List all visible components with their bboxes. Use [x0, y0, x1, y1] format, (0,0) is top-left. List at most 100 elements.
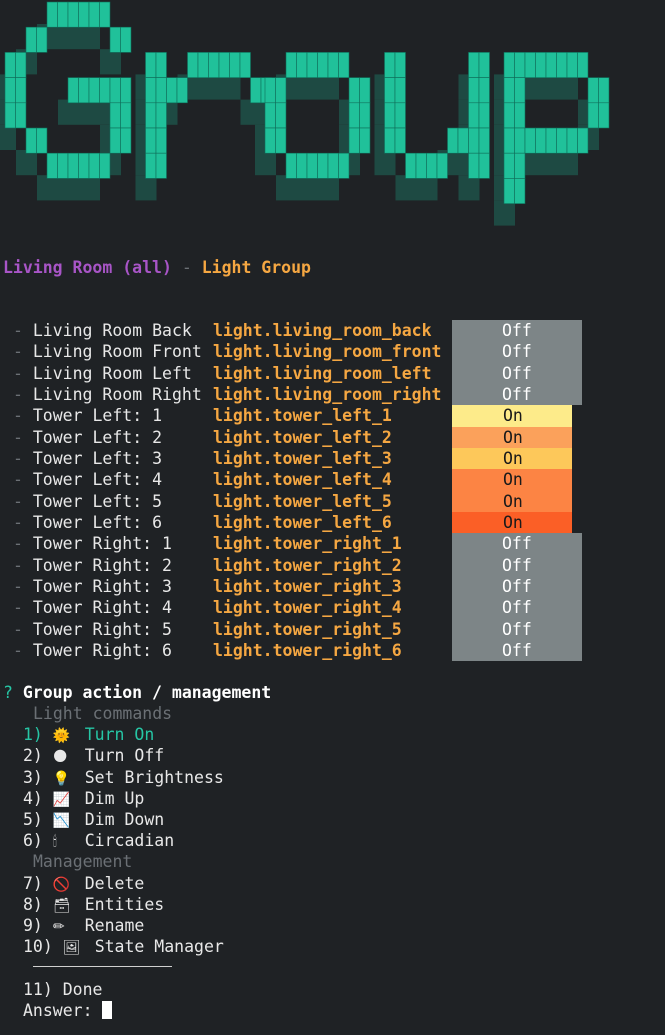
entity-label: Tower Right: 3	[32, 577, 172, 596]
banner-block	[68, 175, 79, 201]
banner-block	[146, 175, 157, 201]
menu-item[interactable]: 4) 📈 Dim Up	[23, 788, 144, 811]
banner-block	[88, 152, 100, 179]
menu-item[interactable]: 9) ✏ Rename	[23, 915, 144, 938]
banner-block	[348, 102, 360, 129]
state-badge: Off	[452, 555, 582, 576]
entity-id: light.living_room_left	[213, 364, 432, 383]
list-bullet: -	[13, 428, 33, 447]
banner-block	[176, 77, 188, 104]
banner-block	[264, 127, 276, 154]
card-box-icon: 🗃	[52, 898, 71, 914]
banner-block	[468, 77, 480, 104]
banner-block	[145, 127, 157, 154]
menu-item[interactable]: 8) 🗃 Entities	[23, 894, 164, 917]
prompt-marker: ?	[3, 683, 13, 702]
banner-block	[120, 102, 132, 129]
menu-separator	[33, 966, 172, 967]
banner-block	[67, 1, 79, 28]
banner-block	[525, 150, 536, 176]
banner-block	[525, 74, 536, 100]
list-bullet: -	[13, 598, 33, 617]
banner-block	[0, 124, 6, 150]
menu-item[interactable]: 7) 🚫 Delete	[23, 873, 144, 896]
banner-block	[478, 127, 490, 154]
state-text: Off	[502, 620, 532, 639]
banner-block	[557, 150, 568, 176]
entity-id: light.tower_right_1	[213, 534, 402, 553]
banner-block	[327, 52, 339, 78]
state-text: Off	[502, 364, 532, 383]
banner-block	[155, 152, 167, 179]
banner-block	[494, 175, 505, 201]
list-bullet: -	[13, 364, 33, 383]
banner-block	[219, 74, 230, 100]
banner-block	[514, 152, 526, 179]
banner-block	[447, 127, 459, 154]
state-badge: Off	[452, 363, 582, 384]
list-bullet: -	[13, 513, 33, 532]
entity-label: Living Room Front	[32, 342, 202, 361]
entity-id: light.tower_left_5	[213, 492, 392, 511]
banner-block	[26, 49, 37, 75]
banner-block	[239, 52, 251, 78]
menu-item[interactable]: 5) 📉 Dim Down	[23, 809, 164, 832]
banner-block	[135, 175, 146, 201]
banner-block	[99, 152, 111, 179]
banner-block	[567, 150, 578, 176]
banner-block	[578, 99, 589, 125]
menu-item-label: Delete	[84, 874, 145, 893]
menu-item[interactable]: 2) 🌑 Turn Off	[23, 745, 164, 768]
bulb-icon: 💡	[52, 771, 71, 787]
banner-block	[514, 127, 526, 154]
state-text: Off	[502, 342, 532, 361]
banner-block	[15, 52, 27, 78]
banner-block	[588, 124, 599, 150]
menu-item-label: Turn Off	[84, 746, 165, 765]
banner-block	[209, 74, 220, 100]
banner-block	[78, 77, 90, 104]
list-bullet: -	[13, 534, 33, 553]
state-text: Off	[502, 534, 532, 553]
entity-label: Living Room Right	[32, 385, 202, 404]
entity-label: Tower Left: 5	[32, 492, 163, 511]
banner-block	[598, 102, 610, 129]
banner-block	[349, 150, 360, 176]
banner-block	[167, 99, 178, 125]
entity-row: - Tower Right: 6	[13, 640, 172, 661]
banner-block	[255, 124, 266, 150]
list-bullet: -	[13, 406, 33, 425]
banner-block	[556, 127, 568, 154]
banner-block	[503, 178, 515, 204]
menu-item[interactable]: 3) 💡 Set Brightness	[23, 767, 224, 790]
banner-block	[394, 102, 406, 129]
banner-block	[264, 77, 276, 104]
answer-line[interactable]: Answer:	[23, 1000, 113, 1021]
entity-label: Tower Right: 5	[32, 620, 172, 639]
menu-item[interactable]: 1) 🌞 Turn On	[23, 724, 154, 747]
banner-block	[285, 152, 297, 179]
state-text: Off	[502, 556, 532, 575]
banner-block	[25, 127, 37, 154]
state-badge: Off	[452, 341, 582, 363]
banner-block	[469, 175, 480, 201]
banner-block	[545, 52, 557, 78]
banner-block	[15, 102, 27, 129]
answer-label: Answer:	[23, 1001, 103, 1020]
menu-item[interactable]: 10) 🖼 State Manager	[23, 936, 224, 959]
state-text: On	[503, 428, 523, 447]
menu-item[interactable]: 6) 🕯 Circadian	[23, 830, 174, 853]
banner-block	[109, 77, 121, 104]
banner-block	[359, 77, 371, 104]
banner-block	[57, 1, 69, 28]
banner-block	[155, 52, 167, 78]
banner-block	[394, 77, 406, 104]
banner-block	[415, 152, 427, 179]
banner-block	[318, 74, 329, 100]
banner-block	[307, 74, 318, 100]
menu-item-label: Rename	[84, 916, 145, 935]
entity-row: - Tower Left: 5	[13, 491, 162, 512]
menu-item-done[interactable]: 11) Done	[23, 979, 103, 1000]
banner-block	[296, 52, 308, 78]
entity-row: - Living Room Left	[13, 363, 192, 384]
